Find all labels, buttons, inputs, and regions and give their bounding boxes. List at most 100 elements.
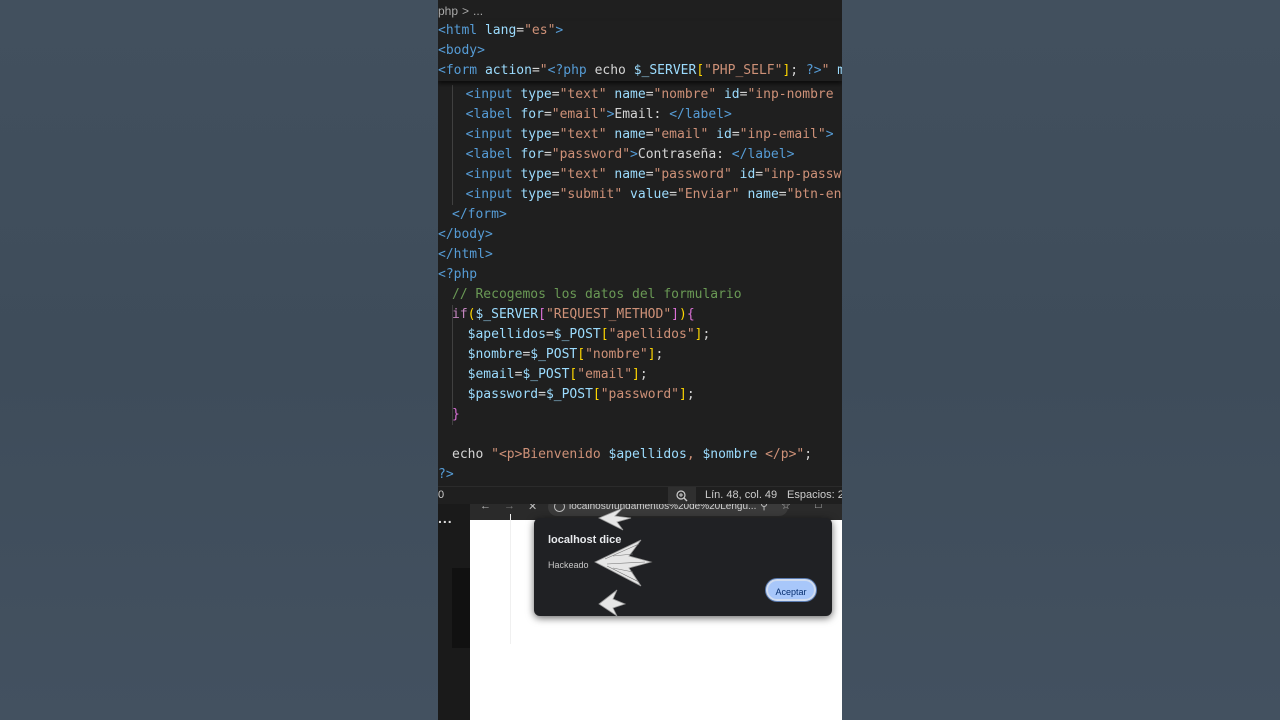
breadcrumb-file[interactable]: php — [438, 4, 458, 18]
code-token: $nombre — [702, 447, 758, 462]
code-token: ?> — [805, 63, 822, 78]
code-token: > — [555, 23, 564, 38]
status-left[interactable]: 0 — [438, 489, 444, 501]
code-line[interactable]: <input type="text" name="email" id="inp-… — [450, 125, 834, 145]
code-line[interactable]: <label for="email">Email: </label> — [450, 105, 732, 125]
breadcrumb[interactable]: php >... — [438, 2, 487, 20]
browser-window: ... ← → ✕ localhost/fundamentos%20de%20L… — [438, 504, 842, 720]
code-token: "password" — [551, 147, 631, 162]
back-icon[interactable]: ← — [480, 504, 491, 512]
code-token: type — [520, 87, 552, 102]
code-token: $apellidos — [608, 447, 687, 462]
background-left — [0, 0, 438, 720]
code-line[interactable]: <input type="submit" value="Enviar" name… — [450, 185, 842, 205]
code-line[interactable]: </html> — [438, 245, 493, 265]
code-token: type — [520, 187, 552, 202]
breadcrumb-more[interactable]: ... — [473, 4, 483, 18]
share-icon[interactable]: □ — [815, 504, 822, 511]
code-token: { — [686, 307, 695, 322]
code-token: = — [731, 127, 740, 142]
code-token: type — [520, 167, 552, 182]
code-token: ; — [804, 447, 813, 462]
indentation-spaces[interactable]: Espacios: 2 — [787, 489, 842, 501]
code-token: "email" — [577, 367, 633, 382]
sticky-line[interactable]: <form action="<?php echo $_SERVER["PHP_S… — [438, 61, 842, 81]
code-token: </form> — [452, 207, 507, 222]
code-line[interactable]: <?php — [438, 265, 477, 285]
code-token: ] — [647, 347, 656, 362]
code-token: "nombre" — [653, 87, 724, 102]
code-line[interactable]: </form> — [452, 205, 507, 225]
code-token: m — [837, 63, 842, 78]
sticky-line[interactable]: <body> — [438, 41, 485, 61]
code-token: $_POST — [530, 347, 578, 362]
code-token: [ — [696, 63, 705, 78]
code-token: ; — [639, 367, 648, 382]
sticky-scroll[interactable]: <html lang="es"> <body> <form action="<?ph… — [438, 21, 842, 81]
code-line[interactable]: </body> — [438, 225, 493, 245]
code-line[interactable]: echo "<p>Bienvenido $apellidos, $nombre … — [452, 445, 812, 465]
status-bar: 0 Lín. 48, col. 49 Espacios: 2 — [438, 486, 842, 505]
zoom-page-icon[interactable]: ⚲ — [760, 504, 768, 512]
stop-icon[interactable]: ✕ — [528, 504, 537, 513]
code-line[interactable]: if($_SERVER["REQUEST_METHOD"]){ — [452, 305, 695, 325]
code-token: "inp-passw — [763, 167, 842, 182]
code-editor[interactable]: php >... <html lang="es"> <body> <form acti… — [438, 0, 842, 486]
code-token: </label> — [731, 147, 795, 162]
background-right — [842, 0, 1280, 720]
code-token: value — [630, 187, 670, 202]
site-info-icon[interactable] — [554, 504, 565, 512]
menu-dots[interactable]: ... — [438, 510, 453, 526]
code-line[interactable]: $apellidos=$_POST["apellidos"]; — [452, 325, 711, 345]
code-token: <?php — [438, 267, 478, 282]
code-token: <label — [465, 107, 521, 122]
code-token: $password — [467, 387, 539, 402]
code-line[interactable]: $email=$_POST["email"]; — [452, 365, 648, 385]
sticky-line[interactable]: <html lang="es"> — [438, 21, 563, 41]
code-line[interactable]: <input type="text" name="password" id="i… — [450, 165, 842, 185]
code-token: // Recogemos los datos del formulario — [452, 287, 742, 302]
accept-button[interactable]: Aceptar — [766, 579, 816, 601]
code-token: "btn-en — [786, 187, 842, 202]
code-token: name — [614, 167, 646, 182]
browser-side-panel: ... — [438, 504, 470, 720]
code-token: = — [545, 327, 554, 342]
code-token: = — [543, 147, 552, 162]
code-token: = — [755, 167, 764, 182]
code-token: for — [520, 107, 544, 122]
code-line[interactable]: $password=$_POST["password"]; — [452, 385, 695, 405]
code-token: <input — [465, 87, 521, 102]
code-token: = — [645, 87, 654, 102]
code-line[interactable]: <input type="text" name="nombre" id="inp… — [450, 85, 834, 105]
code-token: "PHP_SELF" — [704, 63, 783, 78]
code-token: ?> — [438, 467, 454, 482]
indent-guide — [452, 305, 453, 425]
bookmark-star-icon[interactable]: ☆ — [781, 504, 791, 512]
cursor-position[interactable]: Lín. 48, col. 49 — [705, 489, 777, 501]
code-token: $email — [467, 367, 515, 382]
code-token: name — [614, 127, 646, 142]
code-line[interactable]: ?> — [438, 465, 454, 485]
code-token: ] — [632, 367, 640, 382]
code-token: = — [543, 107, 552, 122]
code-token: = — [645, 167, 654, 182]
code-line[interactable]: $nombre=$_POST["nombre"]; — [452, 345, 664, 365]
code-token: <body> — [438, 43, 485, 58]
code-token: > — [630, 147, 638, 162]
forward-icon[interactable]: → — [504, 504, 515, 512]
code-line[interactable]: <label for="password">Contraseña: </labe… — [450, 145, 795, 165]
code-token: "inp-nombre — [747, 87, 834, 102]
code-token: name — [747, 187, 779, 202]
code-token: "text" — [559, 127, 615, 142]
breadcrumb-separator: > — [462, 4, 470, 18]
code-token: echo — [452, 447, 492, 462]
code-token: <input — [465, 187, 521, 202]
code-line[interactable]: // Recogemos los datos del formulario — [452, 285, 742, 305]
code-token: > — [825, 127, 834, 142]
code-line[interactable]: } — [452, 405, 460, 425]
code-token: <input — [465, 127, 521, 142]
indent-guide — [452, 85, 453, 205]
code-token: Contraseña: — [637, 147, 732, 162]
zoom-icon[interactable] — [668, 487, 696, 505]
code-token: = — [669, 187, 678, 202]
